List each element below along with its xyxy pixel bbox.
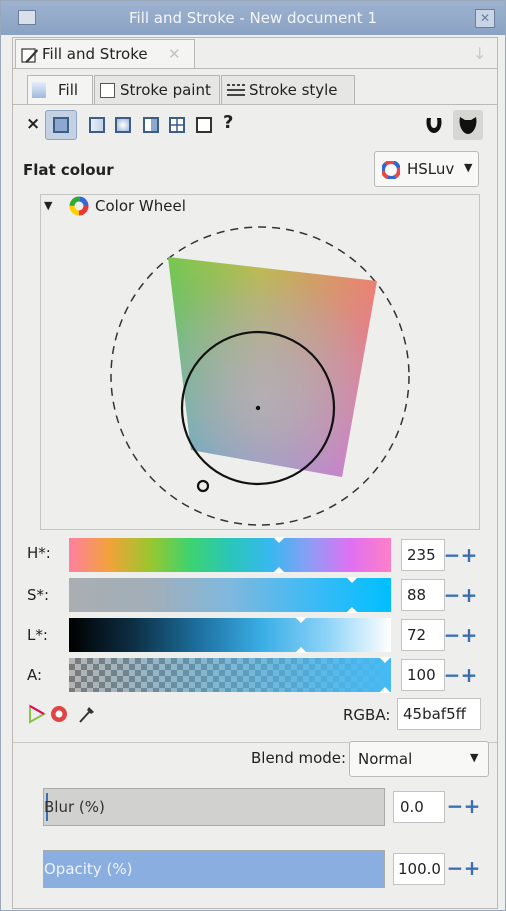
tab-stroke-paint-label: Stroke paint bbox=[120, 81, 211, 99]
tab-stroke-style-label: Stroke style bbox=[249, 81, 338, 99]
lightness-value-field[interactable]: 72 bbox=[401, 619, 445, 651]
mesh-icon[interactable] bbox=[169, 117, 185, 133]
hue-slider[interactable] bbox=[69, 538, 391, 572]
hue-value-field[interactable]: 235 bbox=[401, 539, 445, 571]
lightness-slider[interactable] bbox=[69, 618, 391, 652]
saturation-plus-button[interactable]: + bbox=[460, 585, 478, 605]
linear-gradient-icon[interactable] bbox=[89, 117, 105, 133]
panel-tab-divider bbox=[13, 68, 497, 69]
flat-color-button[interactable] bbox=[45, 110, 77, 140]
tab-stroke-style[interactable]: Stroke style bbox=[221, 75, 355, 105]
alpha-slider[interactable] bbox=[69, 658, 391, 692]
hue-minus-button[interactable]: − bbox=[443, 545, 461, 565]
fill-tab-icon bbox=[32, 82, 46, 98]
alpha-label: A: bbox=[27, 666, 43, 684]
opacity-slider[interactable]: Opacity (%) bbox=[43, 850, 385, 888]
color-wheel-icon bbox=[382, 161, 400, 179]
title-bar[interactable]: Fill and Stroke - New document 1 ✕ bbox=[1, 1, 505, 35]
blend-chevron-down-icon: ▼ bbox=[470, 751, 479, 764]
blur-plus-button[interactable]: + bbox=[463, 796, 481, 816]
out-of-gamut-icon bbox=[29, 704, 47, 724]
blur-minus-button[interactable]: − bbox=[446, 796, 464, 816]
swatch-icon[interactable] bbox=[196, 117, 212, 133]
blend-mode-select[interactable]: Normal ▼ bbox=[349, 741, 489, 777]
chevron-down-icon: ▼ bbox=[464, 161, 473, 174]
slider-thumb-top[interactable] bbox=[346, 577, 359, 583]
opacity-label: Opacity (%) bbox=[44, 860, 133, 878]
too-much-ink-icon bbox=[51, 706, 67, 722]
hsluv-color-wheel[interactable] bbox=[105, 220, 417, 532]
slider-thumb-top[interactable] bbox=[273, 537, 286, 543]
fill-and-stroke-window: Fill and Stroke - New document 1 ✕ Fill … bbox=[0, 0, 506, 911]
slider-thumb-bottom[interactable] bbox=[294, 647, 307, 653]
wheel-center-dot bbox=[255, 405, 261, 411]
expander-arrow-icon[interactable]: ▼ bbox=[44, 199, 52, 212]
color-picker-value: HSLuv bbox=[407, 160, 455, 178]
hue-label: H*: bbox=[27, 544, 51, 562]
panel-tab-fill-and-stroke[interactable]: Fill and Stroke ✕ bbox=[15, 39, 195, 69]
lightness-plus-button[interactable]: + bbox=[460, 625, 478, 645]
tab-stroke-paint[interactable]: Stroke paint bbox=[94, 75, 220, 105]
blend-mode-value: Normal bbox=[358, 750, 413, 768]
panel-tab-close-icon[interactable]: ✕ bbox=[168, 40, 181, 68]
saturation-minus-button[interactable]: − bbox=[443, 585, 461, 605]
fill-rule-evenodd-icon[interactable] bbox=[423, 114, 445, 136]
saturation-slider[interactable] bbox=[69, 578, 391, 612]
flat-color-icon bbox=[53, 117, 69, 133]
rgba-label: RGBA: bbox=[343, 706, 391, 724]
tab-fill-label: Fill bbox=[58, 81, 79, 99]
fill-rule-nonzero-icon bbox=[459, 117, 477, 134]
opacity-minus-button[interactable]: − bbox=[446, 858, 464, 878]
radial-gradient-icon[interactable] bbox=[115, 117, 131, 133]
tab-strip-divider bbox=[13, 104, 497, 105]
slider-thumb-top[interactable] bbox=[379, 657, 391, 663]
blur-slider[interactable]: Blur (%) bbox=[43, 788, 385, 826]
lightness-minus-button[interactable]: − bbox=[443, 625, 461, 645]
slider-thumb-top[interactable] bbox=[294, 617, 307, 623]
opacity-plus-button[interactable]: + bbox=[463, 858, 481, 878]
blend-mode-label: Blend mode: bbox=[251, 749, 347, 767]
window-close-button[interactable]: ✕ bbox=[475, 9, 495, 28]
stroke-paint-icon bbox=[100, 83, 115, 98]
color-wheel-expander-label[interactable]: Color Wheel bbox=[95, 197, 186, 215]
saturation-value-field[interactable]: 88 bbox=[401, 579, 445, 611]
fill-mode-label: Flat colour bbox=[23, 161, 114, 179]
fill-stroke-icon bbox=[21, 48, 38, 63]
window-title: Fill and Stroke - New document 1 bbox=[128, 9, 378, 27]
lightness-label: L*: bbox=[27, 626, 48, 644]
color-picker-select[interactable]: HSLuv ▼ bbox=[374, 151, 479, 187]
hue-plus-button[interactable]: + bbox=[460, 545, 478, 565]
color-selection-marker[interactable] bbox=[196, 479, 210, 493]
tab-fill[interactable]: Fill bbox=[27, 75, 93, 105]
saturation-label: S*: bbox=[27, 586, 50, 604]
blur-value-field[interactable]: 0.0 bbox=[393, 791, 445, 823]
alpha-minus-button[interactable]: − bbox=[443, 665, 461, 685]
panel-tab-label: Fill and Stroke bbox=[42, 45, 148, 63]
alpha-value-field[interactable]: 100 bbox=[401, 659, 445, 691]
slider-thumb-bottom[interactable] bbox=[379, 687, 391, 693]
dock-arrow-icon[interactable]: ↓ bbox=[473, 44, 486, 63]
slider-thumb-bottom[interactable] bbox=[273, 567, 286, 573]
slider-thumb-bottom[interactable] bbox=[346, 607, 359, 613]
rgba-input[interactable]: 45baf5ff bbox=[397, 698, 481, 730]
color-picker-icon[interactable] bbox=[77, 703, 97, 725]
stroke-style-icon bbox=[227, 84, 245, 96]
fill-rule-nonzero-button[interactable] bbox=[453, 110, 483, 140]
unset-paint-button[interactable]: ? bbox=[223, 112, 233, 133]
dock-panel: Fill and Stroke ✕ ↓ Fill Stroke paint St… bbox=[12, 37, 498, 909]
opacity-value-field[interactable]: 100.0 bbox=[393, 853, 445, 885]
no-paint-button[interactable]: × bbox=[26, 114, 40, 134]
pattern-icon[interactable] bbox=[143, 117, 159, 133]
color-wheel-expander-icon bbox=[69, 196, 89, 216]
alpha-plus-button[interactable]: + bbox=[460, 665, 478, 685]
blur-label: Blur (%) bbox=[44, 798, 105, 816]
